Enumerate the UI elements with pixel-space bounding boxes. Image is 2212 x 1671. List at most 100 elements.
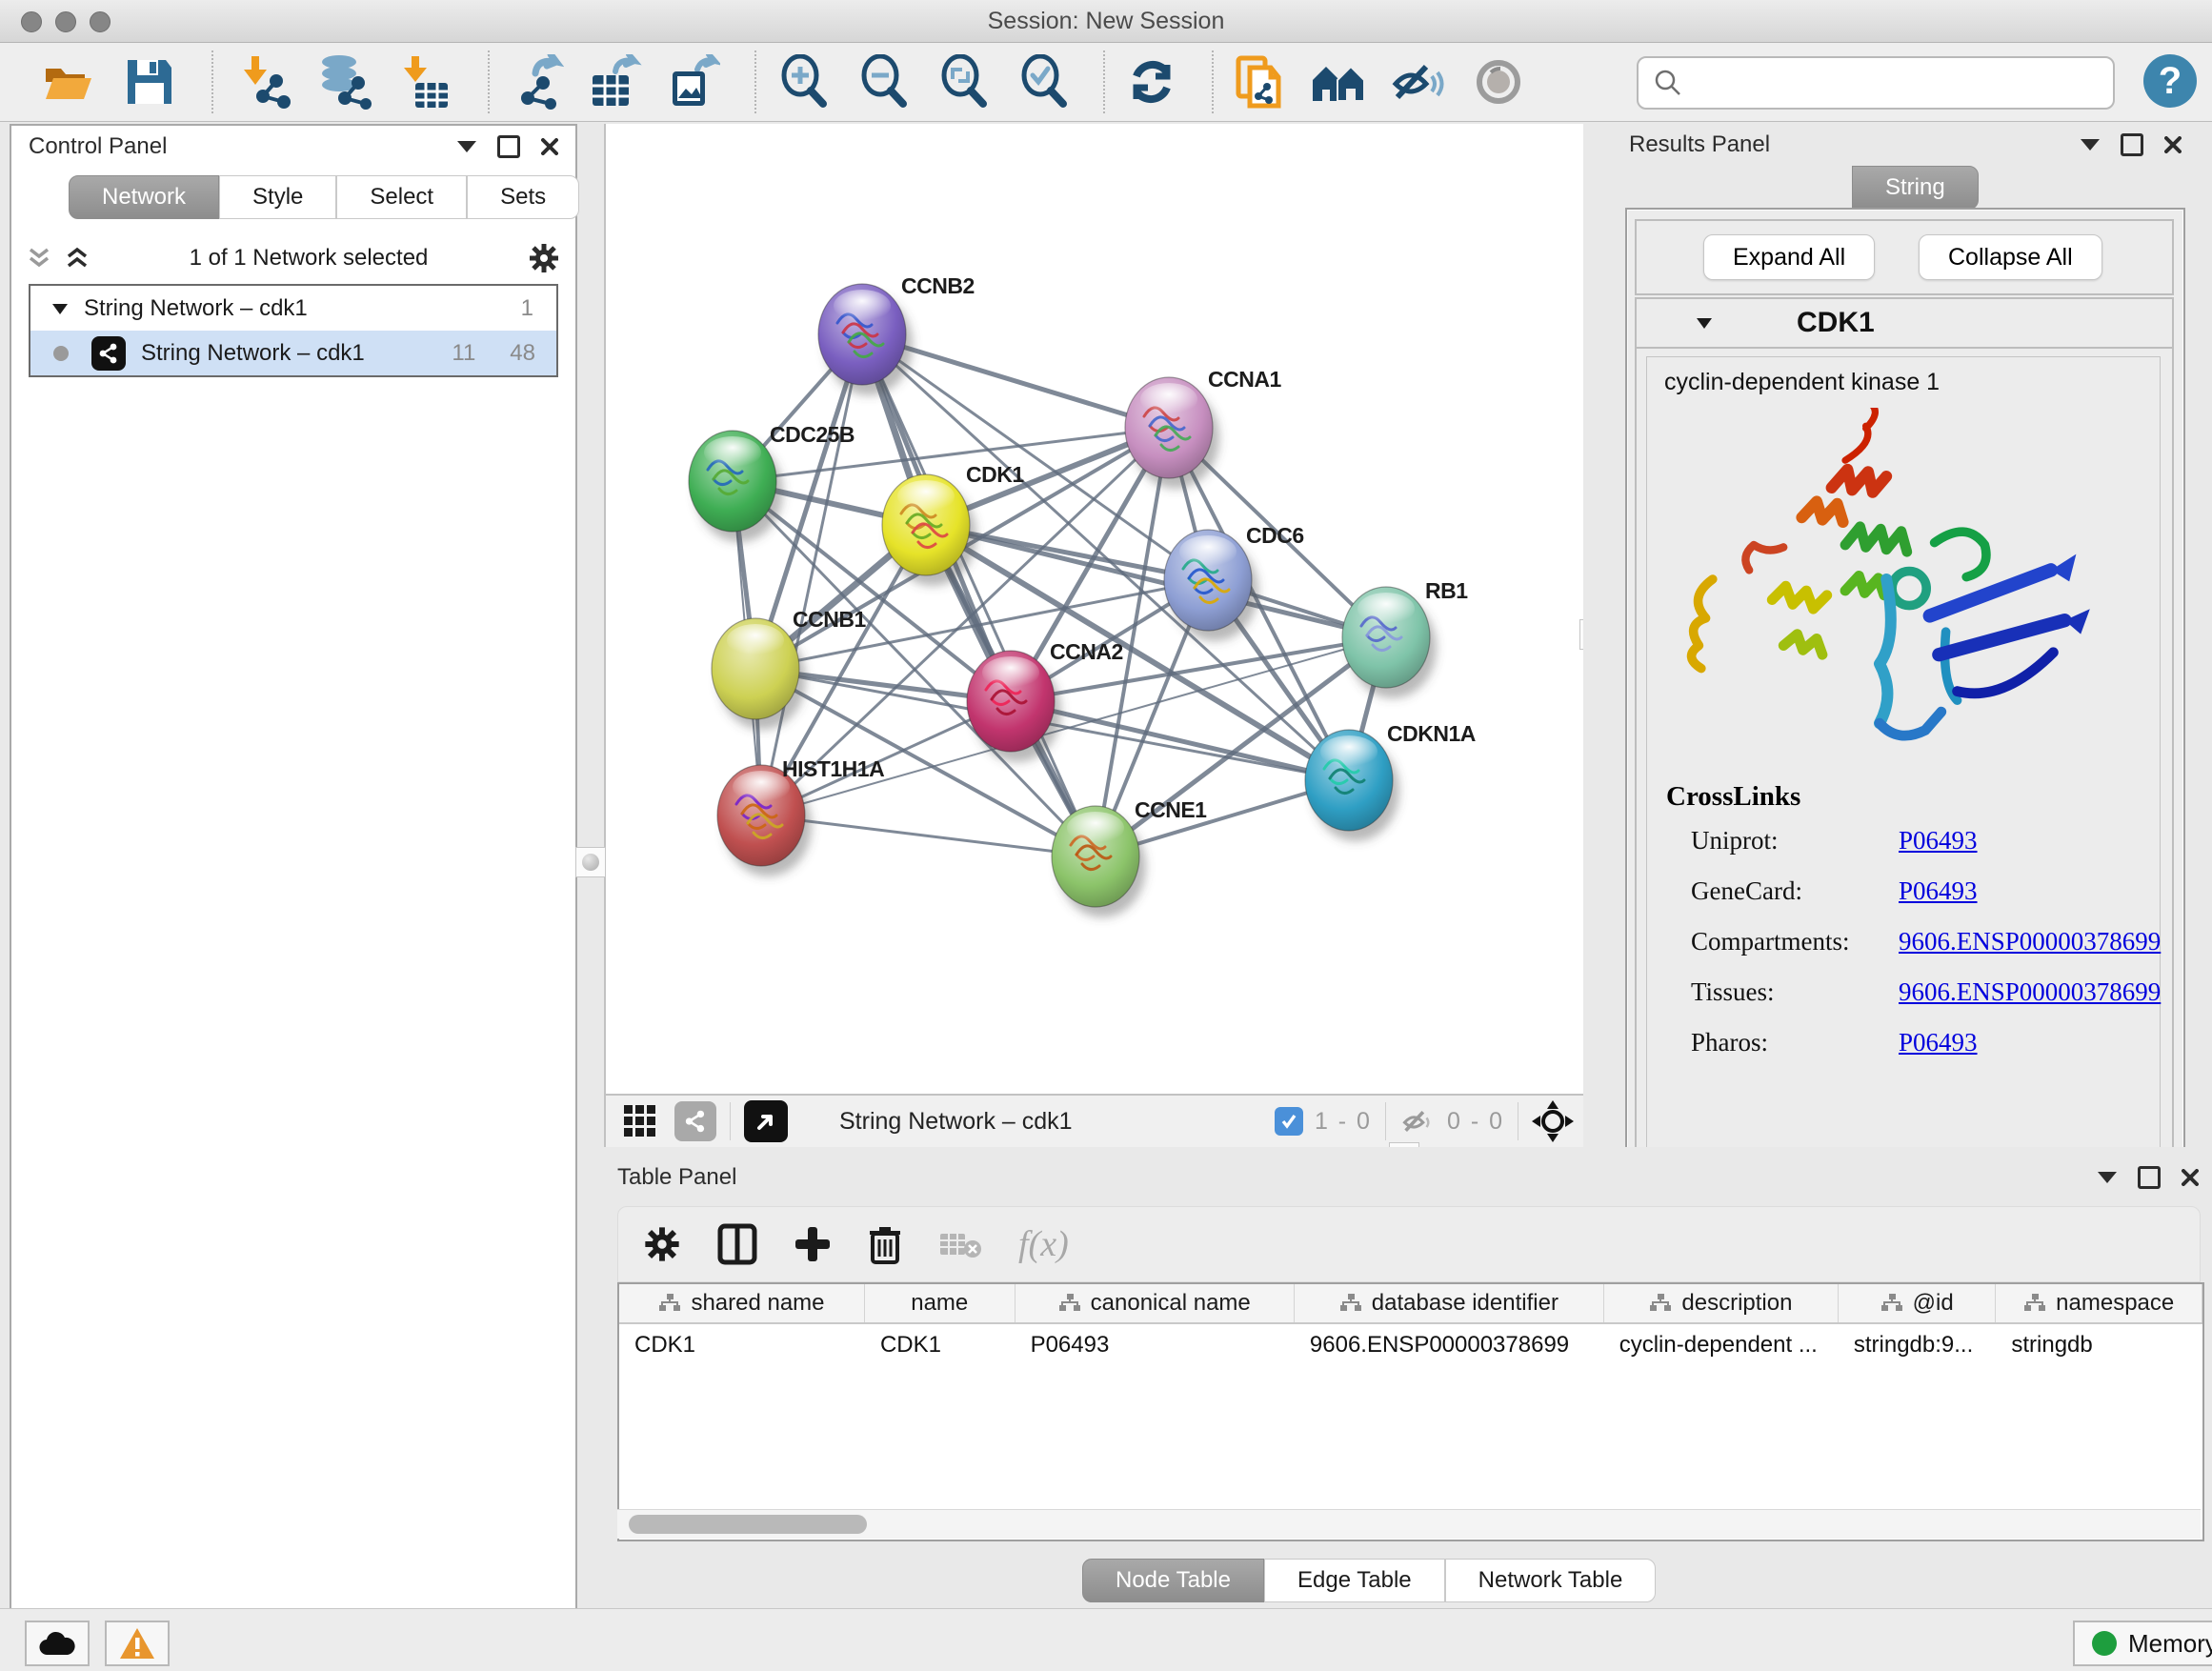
column-header-shared-name[interactable]: shared name [619, 1284, 865, 1322]
table-cell[interactable]: CDK1 [865, 1324, 1016, 1366]
import-network-file-button[interactable] [234, 52, 293, 111]
warnings-button[interactable] [105, 1621, 170, 1666]
add-column-icon[interactable] [794, 1225, 832, 1263]
expand-all-icon[interactable] [65, 247, 90, 270]
tab-edge-table[interactable]: Edge Table [1264, 1559, 1445, 1602]
node-CCNE1[interactable]: CCNE1 [1052, 797, 1207, 917]
table-cell[interactable]: 9606.ENSP00000378699 [1295, 1324, 1604, 1366]
scrollbar-thumb[interactable] [629, 1515, 867, 1534]
help-button[interactable]: ? [2143, 54, 2197, 108]
table-horizontal-scrollbar[interactable] [617, 1509, 2201, 1539]
column-header-namespace[interactable]: namespace [1996, 1284, 2202, 1322]
float-panel-icon[interactable] [497, 135, 520, 158]
left-splitter-grip[interactable] [575, 847, 606, 877]
close-panel-icon[interactable] [2164, 136, 2182, 153]
table-cell[interactable]: CDK1 [619, 1324, 865, 1366]
crosslink-link[interactable]: 9606.ENSP00000378699 [1899, 977, 2161, 1007]
crosslink-link[interactable]: P06493 [1899, 1028, 1978, 1057]
collection-expander-icon[interactable] [51, 302, 69, 315]
crosslink-link[interactable]: P06493 [1899, 876, 1978, 906]
table-row[interactable]: CDK1CDK1P064939606.ENSP00000378699cyclin… [619, 1324, 2202, 1366]
zoom-in-button[interactable] [774, 52, 833, 111]
node-CDC6[interactable]: CDC6 [1164, 523, 1304, 641]
memory-button[interactable]: Memory [2073, 1621, 2212, 1666]
network-options-gear-icon[interactable] [528, 242, 560, 274]
tab-sets[interactable]: Sets [467, 175, 579, 219]
import-table-file-button[interactable] [394, 52, 453, 111]
crosslink-link[interactable]: P06493 [1899, 826, 1978, 856]
table-cell[interactable]: cyclin-dependent ... [1604, 1324, 1839, 1366]
column-header-description[interactable]: description [1604, 1284, 1839, 1322]
panel-menu-icon[interactable] [2081, 139, 2100, 151]
tab-style[interactable]: Style [219, 175, 336, 219]
network-badge-icon[interactable] [674, 1101, 716, 1141]
float-panel-icon[interactable] [2138, 1166, 2161, 1189]
detach-view-icon[interactable] [744, 1100, 788, 1142]
string-home-button[interactable] [1309, 52, 1368, 111]
gene-expander-icon[interactable] [1696, 316, 1713, 330]
glass-highlight [982, 656, 1039, 689]
zoom-selected-button[interactable] [1014, 52, 1073, 111]
node-HIST1H1A[interactable]: HIST1H1A [717, 756, 884, 876]
column-header-@id[interactable]: @id [1839, 1284, 1996, 1322]
tab-select[interactable]: Select [336, 175, 467, 219]
crosslink-row: GeneCard:P06493 [1691, 876, 2161, 906]
save-session-button[interactable] [120, 52, 179, 111]
tab-node-table[interactable]: Node Table [1082, 1559, 1264, 1602]
column-header-database-identifier[interactable]: database identifier [1295, 1284, 1604, 1322]
network-collection-row[interactable]: String Network – cdk1 1 [30, 286, 556, 331]
collapse-all-icon[interactable] [27, 247, 51, 270]
export-table-button[interactable] [585, 52, 644, 111]
cloud-status-button[interactable] [25, 1621, 90, 1666]
gene-section-header[interactable]: CDK1 [1637, 299, 2172, 349]
network-canvas[interactable]: CCNB2CCNA1CDC25BCDK1CDC6RB1CCNB1CCNA2CDK… [604, 124, 1585, 1094]
birds-eye-view-icon[interactable] [1532, 1100, 1574, 1142]
table-cell[interactable]: stringdb:9... [1839, 1324, 1997, 1366]
string-glass-effect-button[interactable] [1469, 52, 1528, 111]
close-panel-icon[interactable] [541, 138, 558, 155]
network-row[interactable]: String Network – cdk1 11 48 [30, 331, 556, 375]
node-CCNA1[interactable]: CCNA1 [1125, 367, 1281, 489]
float-panel-icon[interactable] [2121, 133, 2143, 156]
collection-label: String Network – cdk1 [84, 295, 521, 322]
grid-view-icon[interactable] [621, 1102, 659, 1140]
selected-nodes-checkbox[interactable] [1275, 1107, 1303, 1136]
export-image-button[interactable] [663, 52, 722, 111]
table-cell[interactable]: P06493 [1016, 1324, 1295, 1366]
string-copy-network-button[interactable] [1231, 52, 1290, 111]
collapse-all-button[interactable]: Collapse All [1919, 234, 2102, 280]
show-columns-icon[interactable] [717, 1223, 757, 1265]
column-header-name[interactable]: name [865, 1284, 1016, 1322]
export-network-button[interactable] [507, 52, 566, 111]
string-enhanced-labels-button[interactable] [1389, 52, 1448, 111]
zoom-out-button[interactable] [854, 52, 913, 111]
column-header-canonical-name[interactable]: canonical name [1016, 1284, 1295, 1322]
edge-ccna2-cdkn1a[interactable] [1011, 701, 1349, 780]
expand-all-button[interactable]: Expand All [1703, 234, 1875, 280]
node-CCNB2[interactable]: CCNB2 [818, 273, 975, 395]
node-RB1[interactable]: RB1 [1342, 578, 1468, 698]
edge-ccnb2-hist1h1a[interactable] [761, 334, 862, 815]
crosslink-link[interactable]: 9606.ENSP00000378699 [1899, 927, 2161, 956]
import-network-database-button[interactable] [314, 52, 373, 111]
tab-network[interactable]: Network [69, 175, 219, 219]
node-CCNA2[interactable]: CCNA2 [967, 639, 1123, 762]
node-label-CCNB2: CCNB2 [901, 273, 975, 298]
search-field[interactable] [1637, 56, 2115, 110]
node-CDKN1A[interactable]: CDKN1A [1305, 721, 1476, 841]
tab-string[interactable]: String [1852, 166, 1979, 210]
panel-menu-icon[interactable] [2098, 1172, 2117, 1183]
delete-column-icon[interactable] [868, 1224, 902, 1264]
edge-ccnb2-ccne1[interactable] [862, 334, 1096, 856]
table-cell[interactable]: stringdb [1996, 1324, 2202, 1366]
close-panel-icon[interactable] [2182, 1169, 2199, 1186]
panel-menu-icon[interactable] [457, 141, 476, 152]
open-session-button[interactable] [38, 52, 97, 111]
refresh-view-button[interactable] [1122, 52, 1181, 111]
node-CDC25B[interactable]: CDC25B [689, 422, 855, 542]
tab-network-table[interactable]: Network Table [1445, 1559, 1657, 1602]
search-input[interactable] [1692, 69, 2113, 97]
table-settings-gear-icon[interactable] [643, 1225, 681, 1263]
node-table[interactable]: shared namenamecanonical namedatabase id… [617, 1282, 2204, 1541]
zoom-fit-button[interactable] [934, 52, 993, 111]
